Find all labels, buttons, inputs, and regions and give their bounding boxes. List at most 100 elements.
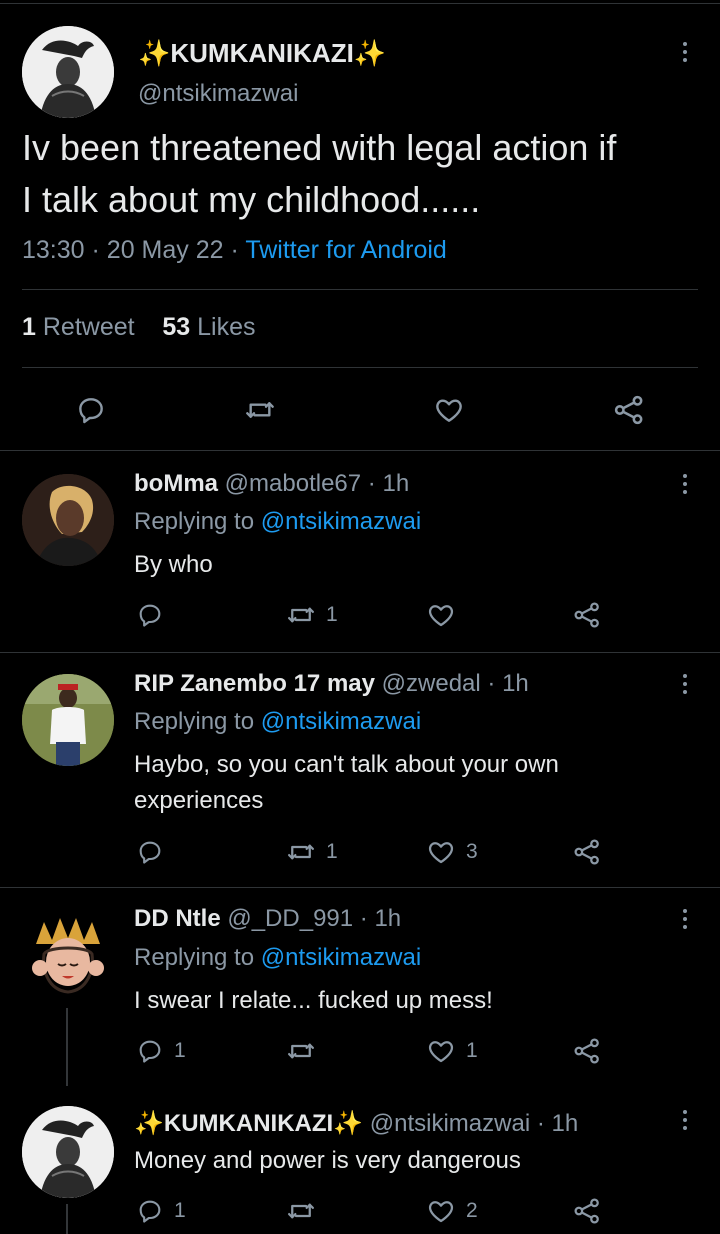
share-icon — [574, 602, 599, 628]
like-button[interactable] — [432, 394, 466, 426]
reply-icon — [139, 604, 161, 627]
replying-to-line: Replying to @ntsikimazwai — [134, 944, 421, 972]
avatar-portrait-image — [22, 26, 114, 118]
avatar-portrait-image — [22, 1106, 114, 1198]
metadata-separator: · — [359, 905, 368, 932]
replying-to-link[interactable]: @ntsikimazwai — [261, 944, 421, 971]
like-icon — [428, 605, 454, 627]
reply-handle[interactable]: @ntsikimazwai — [370, 1110, 530, 1137]
likes-stat[interactable]: 53 Likes — [162, 313, 255, 341]
share-button[interactable] — [571, 1196, 603, 1226]
reply-text: I swear I relate... fucked up mess! — [134, 987, 493, 1014]
main-tweet-bottom-divider — [0, 450, 720, 451]
avatar[interactable] — [22, 910, 114, 1002]
retweet-icon — [288, 844, 314, 860]
replying-to-link[interactable]: @ntsikimazwai — [261, 708, 421, 735]
like-icon — [428, 842, 454, 864]
share-button[interactable] — [571, 837, 603, 867]
replying-to-line: Replying to @ntsikimazwai — [134, 708, 421, 736]
reply-button[interactable] — [136, 601, 174, 629]
reply-count: 1 — [174, 1039, 186, 1062]
reply-handle[interactable]: @zwedal — [382, 670, 481, 697]
retweet-button[interactable]: 1 — [286, 837, 338, 867]
tweet-metadata: 13:30 · 20 May 22 · Twitter for Android — [22, 236, 447, 265]
like-label: Likes — [197, 313, 256, 341]
retweet-count: 1 — [326, 603, 338, 626]
metadata-separator: · — [536, 1110, 545, 1137]
reply-divider — [0, 887, 720, 888]
reply-handle[interactable]: @_DD_991 — [227, 905, 353, 932]
reply-display-name[interactable]: RIP Zanembo 17 may — [134, 670, 375, 697]
retweet-button[interactable]: 1 — [286, 600, 338, 630]
like-count: 1 — [466, 1039, 478, 1062]
replying-to-label: Replying to — [134, 508, 255, 535]
share-button[interactable] — [571, 1036, 603, 1066]
reply-icon — [139, 1040, 161, 1063]
reply-text: By who — [134, 551, 213, 578]
display-name[interactable]: ✨KUMKANIKAZI✨ — [138, 38, 386, 69]
more-options-icon[interactable] — [681, 1110, 689, 1130]
thread-connector-line — [66, 1204, 68, 1234]
like-button[interactable]: 1 — [426, 1036, 478, 1066]
retweet-button[interactable] — [286, 1196, 326, 1226]
more-options-icon[interactable] — [681, 909, 689, 929]
avatar-photo-image — [22, 674, 114, 766]
share-icon — [574, 1038, 599, 1064]
reply-display-name[interactable]: boMma — [134, 470, 218, 497]
reply-header: boMma @mabotle67 · 1h — [134, 470, 409, 498]
avatar[interactable] — [22, 674, 114, 766]
reply-icon — [139, 1200, 161, 1223]
like-button[interactable]: 2 — [426, 1196, 478, 1226]
like-count: 53 — [162, 313, 191, 341]
share-button[interactable] — [611, 393, 647, 427]
reply-handle[interactable]: @mabotle67 — [225, 470, 361, 497]
like-count: 2 — [466, 1199, 478, 1222]
share-icon — [574, 1198, 599, 1224]
like-button[interactable] — [426, 600, 466, 630]
reply-time[interactable]: 1h — [502, 670, 529, 697]
retweet-button[interactable] — [286, 1036, 326, 1066]
retweet-icon — [288, 607, 314, 623]
reply-time[interactable]: 1h — [382, 470, 409, 497]
stats-bottom-divider — [22, 367, 698, 368]
reply-icon — [79, 398, 103, 424]
metadata-separator: · — [91, 236, 100, 264]
retweet-icon — [246, 402, 274, 418]
replying-to-label: Replying to — [134, 708, 255, 735]
retweet-count: 1 — [22, 313, 36, 341]
more-options-icon[interactable] — [681, 474, 689, 494]
tweet-date: 20 May 22 — [106, 236, 224, 264]
thread-connector-line — [66, 1008, 68, 1086]
tweet-client-link[interactable]: Twitter for Android — [245, 236, 446, 264]
retweets-stat[interactable]: 1 Retweet — [22, 313, 142, 341]
like-icon — [428, 1041, 454, 1063]
like-icon — [436, 399, 462, 422]
retweet-button[interactable] — [244, 394, 276, 426]
reply-display-name[interactable]: DD Ntle — [134, 905, 221, 932]
avatar[interactable] — [22, 26, 114, 118]
tweet-text-line-1: Iv been threatened with legal action if — [22, 127, 617, 168]
reply-button[interactable] — [75, 394, 107, 426]
reply-display-name[interactable]: ✨KUMKANIKAZI✨ — [134, 1110, 363, 1137]
reply-time[interactable]: 1h — [552, 1110, 579, 1137]
reply-header: ✨KUMKANIKAZI✨ @ntsikimazwai · 1h — [134, 1109, 578, 1138]
reply-button[interactable] — [136, 838, 174, 866]
metadata-separator: · — [230, 236, 239, 264]
more-options-icon[interactable] — [681, 42, 689, 62]
handle[interactable]: @ntsikimazwai — [138, 80, 298, 108]
avatar-illustration-image — [22, 910, 114, 1002]
reply-icon — [139, 841, 161, 864]
reply-button[interactable]: 1 — [136, 1037, 186, 1065]
replying-to-link[interactable]: @ntsikimazwai — [261, 508, 421, 535]
tweet-time: 13:30 — [22, 236, 85, 264]
like-button[interactable]: 3 — [426, 837, 478, 867]
reply-button[interactable]: 1 — [136, 1197, 186, 1225]
reply-count: 1 — [174, 1199, 186, 1222]
more-options-icon[interactable] — [681, 674, 689, 694]
replying-to-label: Replying to — [134, 944, 255, 971]
avatar[interactable] — [22, 474, 114, 566]
avatar[interactable] — [22, 1106, 114, 1198]
reply-time[interactable]: 1h — [374, 905, 401, 932]
share-icon — [614, 395, 643, 425]
share-button[interactable] — [571, 600, 603, 630]
